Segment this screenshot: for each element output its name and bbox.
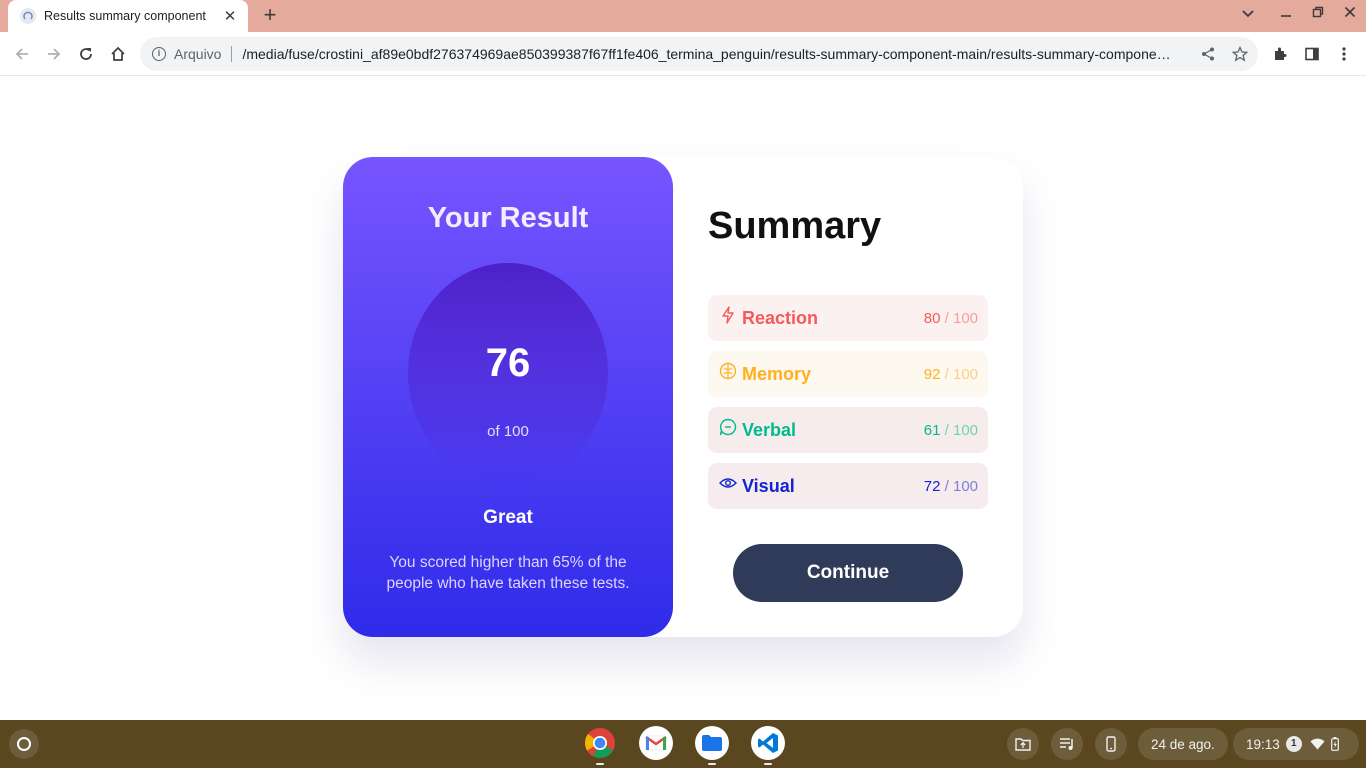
home-icon[interactable] (106, 42, 130, 66)
summary-item-memory: Memory 92 / 100 (708, 351, 988, 397)
speech-bubble-icon (718, 417, 738, 437)
summary-item-score: 80 / 100 (924, 310, 978, 327)
score-value: 92 (923, 365, 941, 383)
files-icon[interactable] (695, 726, 729, 765)
extensions-icon[interactable] (1268, 42, 1292, 66)
forward-icon[interactable] (42, 42, 66, 66)
launcher-icon (17, 737, 31, 751)
media-controls-icon[interactable] (1051, 728, 1083, 760)
lightning-icon (718, 305, 738, 325)
holding-space-icon[interactable] (1007, 728, 1039, 760)
phone-hub-icon[interactable] (1095, 728, 1127, 760)
launcher-button[interactable] (9, 729, 39, 759)
scheme-label: Arquivo (174, 46, 222, 62)
results-card: Your Result 76 of 100 Great You scored h… (343, 157, 1023, 637)
vscode-icon[interactable] (751, 726, 785, 765)
score-total: / 100 (940, 309, 978, 327)
summary-heading: Summary (708, 205, 882, 247)
summary-item-label: Verbal (742, 419, 797, 440)
summary-item-score: 92 / 100 (924, 366, 978, 383)
notification-count: 1 (1285, 736, 1302, 752)
summary-item-label: Memory (742, 363, 812, 384)
summary-item-label: Visual (742, 475, 795, 496)
date-text: 24 de ago. (1151, 736, 1215, 752)
summary-item-score: 61 / 100 (924, 422, 978, 439)
close-window-icon[interactable] (1340, 6, 1360, 26)
result-grade: Great (483, 507, 533, 528)
result-score: 76 (485, 341, 531, 385)
score-circle: 76 of 100 (408, 263, 608, 483)
running-indicator (596, 763, 604, 765)
restore-icon[interactable] (1308, 6, 1328, 26)
status-tray[interactable]: 19:13 1 (1233, 728, 1359, 760)
running-indicator (764, 763, 772, 765)
summary-panel: Summary Reaction 80 / 100 Memory 92 / 10… (708, 157, 988, 637)
score-value: 80 (923, 309, 941, 327)
score-total: / 100 (940, 421, 978, 439)
os-shelf: 24 de ago. 19:13 1 (0, 720, 1366, 768)
gmail-icon[interactable] (639, 726, 673, 760)
score-value: 72 (923, 477, 941, 495)
summary-item-verbal: Verbal 61 / 100 (708, 407, 988, 453)
score-total: / 100 (940, 365, 978, 383)
site-info-icon[interactable]: i (152, 47, 166, 61)
brain-icon (718, 361, 738, 381)
wifi-icon (1310, 738, 1325, 750)
address-bar[interactable]: i Arquivo /media/fuse/crostini_af89e0bdf… (140, 37, 1258, 71)
bookmark-star-icon[interactable] (1231, 45, 1249, 63)
browser-toolbar: i Arquivo /media/fuse/crostini_af89e0bdf… (0, 32, 1366, 76)
date-tray[interactable]: 24 de ago. (1138, 728, 1228, 760)
summary-item-reaction: Reaction 80 / 100 (708, 295, 988, 341)
tab-close-icon[interactable]: ✕ (222, 7, 238, 25)
back-icon[interactable] (10, 42, 34, 66)
battery-icon (1330, 737, 1339, 751)
summary-item-label: Reaction (742, 307, 819, 328)
url-text[interactable]: /media/fuse/crostini_af89e0bdf276374969a… (242, 46, 1192, 62)
result-panel: Your Result 76 of 100 Great You scored h… (343, 157, 673, 637)
result-out-of: of 100 (487, 423, 529, 440)
summary-item-visual: Visual 72 / 100 (708, 463, 988, 509)
running-indicator (708, 763, 716, 765)
eye-icon (718, 473, 738, 493)
score-total: / 100 (940, 477, 978, 495)
chrome-icon[interactable] (583, 726, 617, 765)
result-description: You scored higher than 65% of the people… (386, 554, 630, 592)
minimize-icon[interactable] (1276, 6, 1296, 26)
result-heading: Your Result (427, 202, 589, 234)
page-favicon-icon (20, 8, 36, 24)
score-value: 61 (923, 421, 941, 439)
summary-item-score: 72 / 100 (924, 478, 978, 495)
new-tab-button[interactable]: + (258, 4, 282, 27)
share-icon[interactable] (1199, 45, 1217, 63)
tab-strip: Results summary component ✕ + (0, 0, 1366, 32)
reload-icon[interactable] (74, 42, 98, 66)
tab-title: Results summary component (44, 9, 206, 23)
more-menu-icon[interactable] (1332, 42, 1356, 66)
clock-text: 19:13 (1246, 736, 1280, 752)
browser-tab[interactable]: Results summary component ✕ (8, 0, 248, 32)
continue-button[interactable]: Continue (733, 544, 963, 602)
side-panel-icon[interactable] (1300, 42, 1324, 66)
address-separator (231, 46, 233, 62)
tab-search-icon[interactable] (1238, 6, 1258, 26)
